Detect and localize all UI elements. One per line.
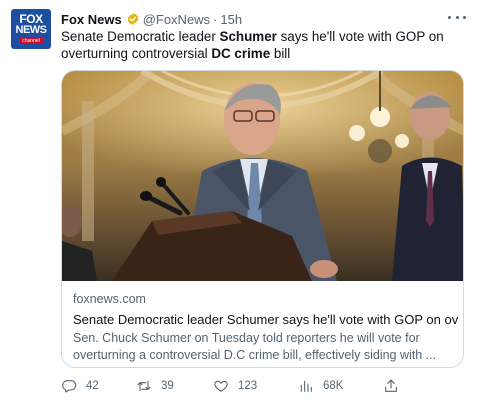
account-handle[interactable]: @FoxNews xyxy=(143,12,210,27)
like-button[interactable]: 123 xyxy=(213,377,257,395)
tweet-text: Senate Democratic leader Schumer says he… xyxy=(61,28,461,62)
avatar-logo-line2: NEWS xyxy=(15,24,48,36)
views-button[interactable]: 68K xyxy=(298,377,343,395)
more-dot xyxy=(455,15,459,19)
tweet-header: Fox News @FoxNews · 15h xyxy=(61,10,242,28)
like-count: 123 xyxy=(238,380,258,392)
retweet-icon xyxy=(137,380,151,392)
card-photo[interactable] xyxy=(62,71,463,281)
share-button[interactable] xyxy=(383,377,408,395)
tweet-actions: 42 39 123 68K xyxy=(61,377,466,395)
separator-dot: · xyxy=(213,11,218,27)
link-card[interactable]: foxnews.com Senate Democratic leader Sch… xyxy=(61,70,464,368)
more-dot xyxy=(463,15,466,19)
tweet-text-part: bill xyxy=(270,46,291,61)
reply-count: 42 xyxy=(86,380,99,392)
tweet-text-bold: DC crime xyxy=(211,46,271,61)
account-name[interactable]: Fox News xyxy=(61,12,122,27)
verified-badge-icon[interactable] xyxy=(126,12,140,26)
tweet-text-bold: Schumer xyxy=(219,29,277,44)
card-domain: foxnews.com xyxy=(73,292,146,306)
share-icon xyxy=(385,379,397,392)
more-dot xyxy=(448,15,451,19)
card-title: Senate Democratic leader Schumer says he… xyxy=(73,312,458,327)
tweet[interactable]: FOX NEWS channel Fox News @FoxNews · 15h… xyxy=(0,0,478,404)
retweet-button[interactable]: 39 xyxy=(136,377,174,395)
timestamp[interactable]: 15h xyxy=(220,12,242,27)
card-description: Sen. Chuck Schumer on Tuesday told repor… xyxy=(73,331,437,362)
reply-button[interactable]: 42 xyxy=(61,377,99,395)
news-photo-image xyxy=(62,71,463,281)
tweet-text-part: Senate Democratic leader xyxy=(61,29,220,44)
retweet-count: 39 xyxy=(161,380,174,392)
views-count: 68K xyxy=(323,380,344,392)
more-options-icon[interactable] xyxy=(448,10,466,24)
card-body[interactable]: foxnews.com Senate Democratic leader Sch… xyxy=(73,291,458,364)
reply-icon xyxy=(62,380,77,393)
analytics-icon xyxy=(300,380,312,392)
avatar-logo-line3: channel xyxy=(19,38,43,44)
avatar[interactable]: FOX NEWS channel xyxy=(11,9,51,49)
heart-icon xyxy=(214,380,228,392)
